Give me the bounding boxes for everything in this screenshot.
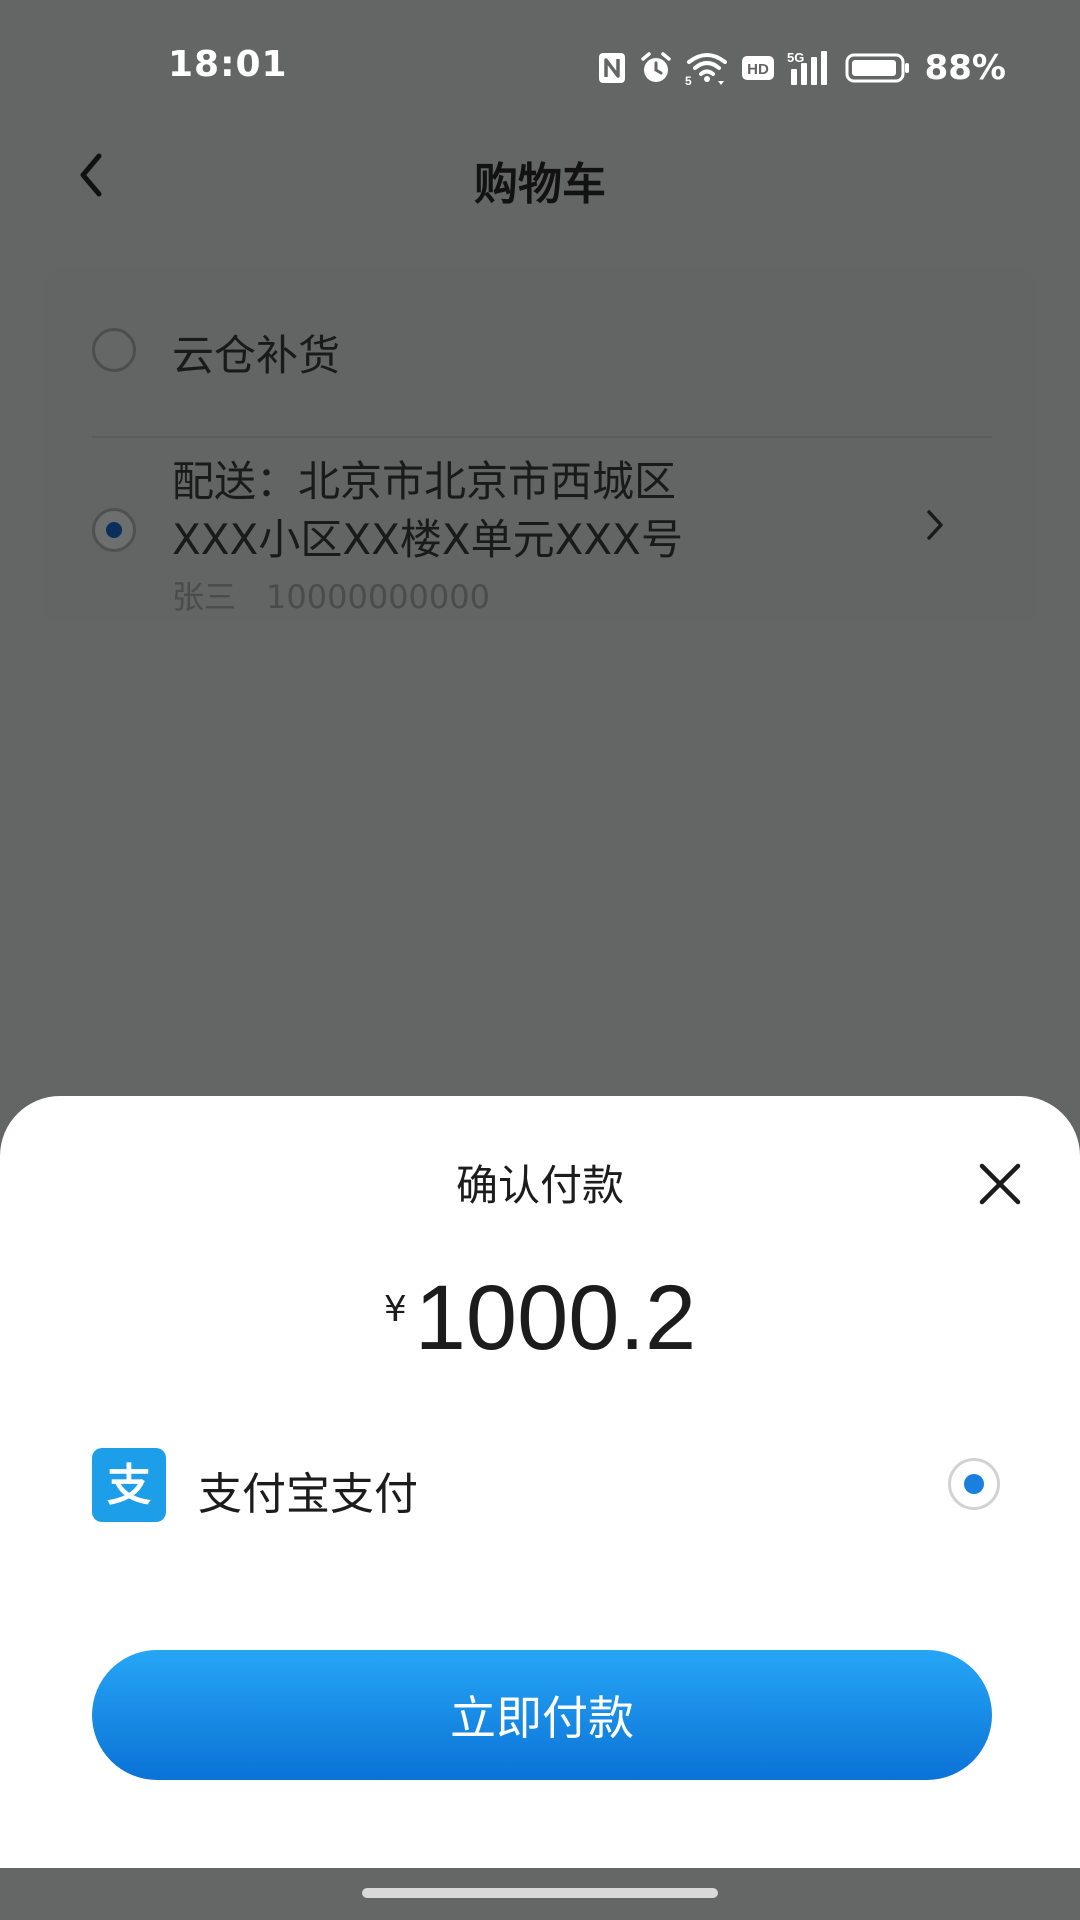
- signal-5g-icon: 5G: [787, 49, 833, 87]
- battery-icon: [845, 52, 911, 84]
- delivery-radio[interactable]: [92, 508, 136, 552]
- home-indicator[interactable]: [362, 1888, 718, 1898]
- status-icons: 5 HD 5G 88%: [597, 44, 1006, 92]
- close-icon: [979, 1163, 1021, 1205]
- delivery-radio-dot: [106, 522, 122, 538]
- alarm-icon: [639, 51, 673, 85]
- hd-icon: HD: [741, 55, 775, 81]
- wifi-icon: 5: [685, 50, 729, 86]
- alipay-icon: 支: [92, 1448, 166, 1522]
- battery-percent: 88%: [924, 48, 1006, 88]
- nav-bar: 购物车: [0, 130, 1080, 220]
- svg-text:HD: HD: [747, 61, 769, 78]
- address-line-1: 配送：北京市北京市西城区: [172, 457, 677, 506]
- amount-value: 1000.2: [414, 1267, 697, 1369]
- page-title: 购物车: [474, 159, 606, 210]
- payment-method-alipay[interactable]: 支 支付宝支付: [92, 1448, 1000, 1524]
- payment-method-radio-dot: [964, 1474, 984, 1494]
- sheet-title: 确认付款: [455, 1161, 624, 1210]
- address-card: 云仓补货 配送：北京市北京市西城区 XXX小区XX楼X单元XXX号 张三 1000…: [44, 270, 1036, 620]
- pay-now-button[interactable]: 立即付款: [92, 1650, 992, 1780]
- contact-phone: 10000000000: [266, 578, 490, 616]
- svg-text:5G: 5G: [787, 50, 804, 65]
- status-time: 18:01: [168, 44, 288, 85]
- nfc-icon: [597, 51, 627, 85]
- address-line-2: XXX小区XX楼X单元XXX号: [172, 515, 683, 564]
- payment-method-radio[interactable]: [948, 1458, 1000, 1510]
- close-button[interactable]: [970, 1154, 1030, 1214]
- contact-name: 张三: [172, 578, 237, 616]
- status-bar: 18:01 5 HD 5G 88%: [0, 0, 1080, 130]
- pickup-radio[interactable]: [92, 328, 136, 372]
- svg-text:5: 5: [685, 74, 692, 86]
- pickup-label: 云仓补货: [172, 331, 341, 380]
- currency-symbol: ¥: [383, 1289, 407, 1330]
- delivery-option[interactable]: 配送：北京市北京市西城区 XXX小区XX楼X单元XXX号 张三 100000000…: [44, 448, 1036, 620]
- payment-method-label: 支付宝支付: [198, 1469, 418, 1520]
- chevron-right-icon[interactable]: [924, 508, 946, 546]
- address-contact: 张三 10000000000: [172, 572, 490, 618]
- card-divider: [92, 436, 992, 438]
- payment-sheet: 确认付款 ¥1000.2 支 支付宝支付 立即付款: [0, 1096, 1080, 1868]
- pickup-option[interactable]: 云仓补货: [44, 300, 1036, 400]
- payment-amount: ¥1000.2: [0, 1266, 1080, 1371]
- svg-text:支: 支: [107, 1460, 151, 1511]
